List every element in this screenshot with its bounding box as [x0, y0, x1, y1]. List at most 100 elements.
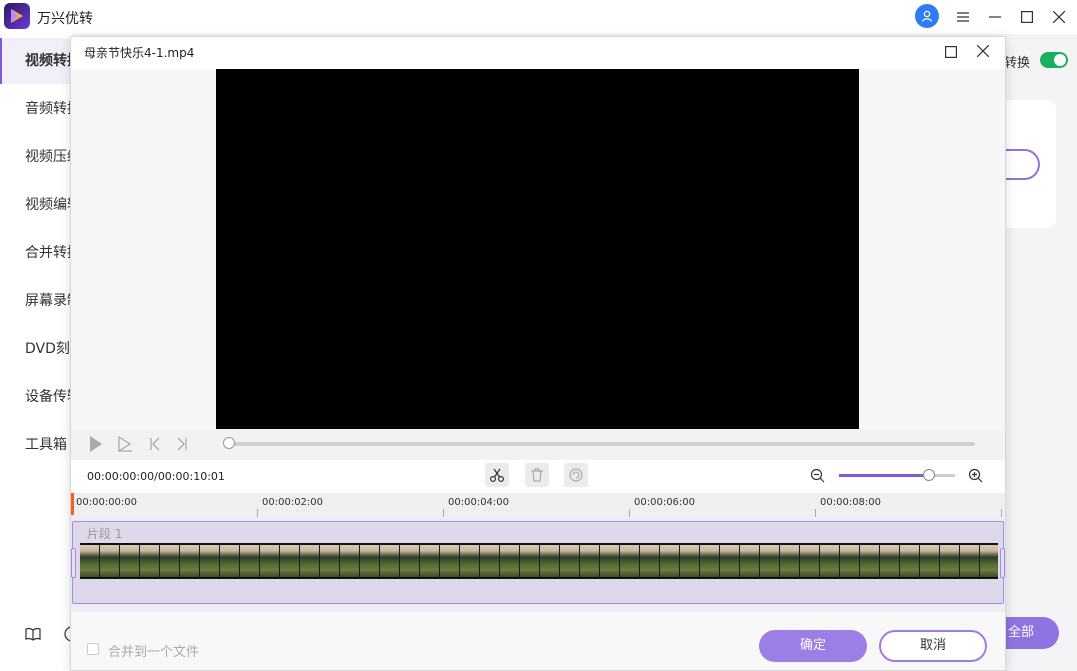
ruler-tick [443, 509, 444, 517]
filmstrip-frame [860, 545, 880, 577]
app-logo [4, 3, 30, 29]
guide-book-icon[interactable] [25, 627, 41, 645]
dialog-close-icon[interactable] [976, 44, 990, 61]
sidebar-item-label: 视频转换 [25, 53, 72, 69]
zoom-out-icon[interactable] [810, 468, 825, 487]
timecode: 00:00:00:00/00:00:10:01 [87, 470, 225, 483]
sidebar-item-label: 设备传输 [25, 389, 72, 405]
sidebar-item-label: DVD刻录 [25, 341, 72, 357]
filmstrip-frame [840, 545, 860, 577]
filmstrip-frame [900, 545, 920, 577]
video-preview[interactable] [216, 69, 859, 429]
sidebar-item-audio-convert[interactable]: 音频转换 [0, 86, 72, 132]
filmstrip-frame [400, 545, 420, 577]
filmstrip-frame [720, 545, 740, 577]
trim-handle-left[interactable] [71, 548, 76, 578]
trim-handle-right[interactable] [1000, 548, 1005, 578]
sidebar-item-label: 屏幕录制 [25, 293, 72, 309]
zoom-slider-handle[interactable] [923, 469, 935, 481]
ruler-label: 00:00:02:00 [262, 497, 324, 508]
filmstrip-frame [480, 545, 500, 577]
filmstrip-frame [220, 545, 240, 577]
filmstrip-frame [240, 545, 260, 577]
filmstrip-frame [120, 545, 140, 577]
clip-label: 片段 1 [87, 527, 123, 541]
dialog-maximize-icon[interactable] [945, 46, 958, 62]
filmstrip-frame [660, 545, 680, 577]
sidebar-item-label: 视频编辑 [25, 197, 72, 213]
filmstrip-frame [780, 545, 800, 577]
convert-toggle-label: 转换 [1004, 56, 1031, 71]
filmstrip-frame [520, 545, 540, 577]
convert-toggle[interactable] [1040, 52, 1068, 68]
video-player [71, 69, 1005, 429]
next-frame-icon[interactable] [176, 435, 188, 457]
filmstrip-frame [460, 545, 480, 577]
sidebar-item-label: 音频转换 [25, 101, 72, 117]
filmstrip [80, 543, 998, 579]
playhead[interactable] [71, 493, 74, 515]
play-icon[interactable] [89, 435, 103, 457]
sidebar: 视频转换 音频转换 视频压缩 视频编辑 合并转换 屏幕录制 DVD刻录 设备传输… [0, 34, 80, 671]
filmstrip-frame [560, 545, 580, 577]
zoom-slider-fill [839, 474, 929, 477]
ruler-label: 00:00:00:00 [76, 497, 138, 508]
filmstrip-frame [700, 545, 720, 577]
filmstrip-frame [200, 545, 220, 577]
ruler-tick [1001, 509, 1002, 517]
filmstrip-frame [760, 545, 780, 577]
ruler-tick [815, 509, 816, 517]
merge-label: 合并到一个文件 [108, 645, 200, 660]
filmstrip-frame [260, 545, 280, 577]
close-icon[interactable] [1049, 7, 1069, 27]
reset-icon[interactable] [564, 463, 588, 487]
cancel-button[interactable]: 取消 [879, 630, 987, 662]
ruler-label: 00:00:08:00 [820, 497, 882, 508]
zoom-in-icon[interactable] [968, 468, 983, 487]
filmstrip-frame [300, 545, 320, 577]
filmstrip-frame [600, 545, 620, 577]
merge-checkbox[interactable] [87, 643, 99, 655]
timeline-ruler[interactable]: 00:00:00:00 00:00:02:00 00:00:04:00 00:0… [71, 493, 1005, 517]
confirm-button[interactable]: 确定 [759, 630, 867, 662]
app-title: 万兴优转 [37, 11, 93, 27]
filmstrip-frame [820, 545, 840, 577]
dialog-title: 母亲节快乐4-1.mp4 [84, 46, 195, 60]
filmstrip-frame [320, 545, 340, 577]
convert-button[interactable] [1006, 149, 1040, 180]
sidebar-item-video-convert[interactable]: 视频转换 [0, 38, 72, 84]
dialog-footer: 合并到一个文件 确定 取消 [71, 612, 1005, 670]
playback-controls [71, 429, 1005, 460]
sidebar-item-label: 视频压缩 [25, 149, 72, 165]
sidebar-item-transfer[interactable]: 设备传输 [0, 374, 72, 420]
sidebar-item-dvd[interactable]: DVD刻录 [0, 326, 72, 372]
seek-handle[interactable] [223, 437, 235, 449]
clip-segment[interactable]: 片段 1 [71, 521, 1005, 604]
trim-dialog: 母亲节快乐4-1.mp4 00:00:00:00/00:00:10:01 00:… [70, 36, 1006, 671]
filmstrip-frame [100, 545, 120, 577]
account-icon[interactable] [915, 4, 939, 28]
filmstrip-frame [980, 545, 998, 577]
sidebar-item-video-compress[interactable]: 视频压缩 [0, 134, 72, 180]
sidebar-item-screen-record[interactable]: 屏幕录制 [0, 278, 72, 324]
filmstrip-frame [500, 545, 520, 577]
filmstrip-frame [580, 545, 600, 577]
sidebar-item-toolbox[interactable]: 工具箱 [0, 422, 72, 468]
filmstrip-frame [540, 545, 560, 577]
filmstrip-frame [620, 545, 640, 577]
scissors-icon[interactable] [485, 463, 509, 487]
title-bar: 万兴优转 [0, 0, 1077, 34]
convert-all-button[interactable]: 全部 [1006, 617, 1059, 649]
sidebar-item-merge[interactable]: 合并转换 [0, 230, 72, 276]
filmstrip-frame [440, 545, 460, 577]
filmstrip-frame [380, 545, 400, 577]
previous-frame-icon[interactable] [149, 435, 161, 457]
seek-bar[interactable] [229, 442, 975, 446]
menu-icon[interactable] [953, 7, 973, 27]
minimize-icon[interactable] [985, 7, 1005, 27]
ruler-tick [629, 509, 630, 517]
play-segment-icon[interactable] [117, 435, 133, 457]
maximize-icon[interactable] [1017, 7, 1037, 27]
sidebar-item-video-edit[interactable]: 视频编辑 [0, 182, 72, 228]
delete-icon[interactable] [525, 463, 549, 487]
